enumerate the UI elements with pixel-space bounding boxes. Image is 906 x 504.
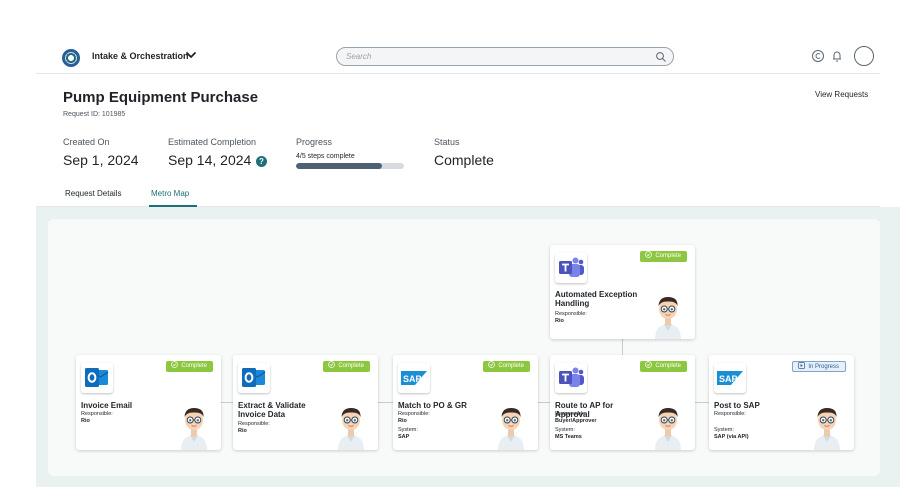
- agent-avatar: [651, 400, 685, 450]
- status-badge-label: In Progress: [808, 364, 839, 370]
- progress-bar: [296, 163, 404, 169]
- chevron-down-icon[interactable]: [184, 48, 198, 62]
- step-meta: Responsible: Rio System: SAP: [398, 411, 430, 440]
- request-id: Request ID: 101985: [63, 111, 126, 118]
- agent-avatar: [494, 400, 528, 450]
- step-card-match-po-gr[interactable]: SAP Complete Match to PO & GR Responsible: R…: [393, 355, 538, 450]
- responsible-label: Responsible:: [81, 411, 113, 417]
- status-badge-label: Complete: [181, 363, 207, 369]
- responsible-label: Responsible:: [714, 411, 746, 417]
- check-circle-icon: [645, 361, 653, 368]
- app-logo-icon[interactable]: [62, 49, 80, 67]
- outlook-icon: [81, 363, 113, 393]
- status-badge: Complete: [640, 251, 687, 262]
- teams-icon: [555, 363, 587, 393]
- agent-avatar: [177, 400, 211, 450]
- step-meta: Responsible: Rio: [238, 421, 270, 434]
- step-card-route-ap-approval[interactable]: Complete Route to AP for Approval Responsi…: [550, 355, 695, 450]
- check-circle-icon: [488, 361, 496, 368]
- copyright-icon[interactable]: [811, 49, 825, 63]
- status-badge: Complete: [640, 361, 687, 372]
- responsible-label: Responsible:: [555, 311, 587, 317]
- view-requests-link[interactable]: View Requests: [815, 90, 868, 99]
- step-meta: Responsible: Rio: [555, 311, 587, 324]
- status-badge: Complete: [483, 361, 530, 372]
- top-bar: Intake & Orchestration Search: [36, 40, 880, 74]
- check-circle-icon: [645, 251, 653, 258]
- step-title: Extract & Validate Invoice Data: [238, 401, 306, 419]
- step-card-exception-handling[interactable]: Complete Automated Exception Handling Resp…: [550, 245, 695, 339]
- responsible-label: Responsible:: [238, 421, 270, 427]
- check-circle-icon: [171, 361, 179, 368]
- responsible-value: Rio: [238, 427, 247, 434]
- sap-icon: SAP: [714, 363, 746, 393]
- status-badge-label: Complete: [655, 363, 681, 369]
- progress-label: Progress: [296, 137, 333, 147]
- step-card-invoice-email[interactable]: Complete Invoice Email Responsible: Rio: [76, 355, 221, 450]
- responsible-value: Rio: [81, 417, 90, 424]
- svg-text:SAP: SAP: [403, 374, 422, 384]
- progress-bar-fill: [296, 163, 383, 169]
- check-circle-icon: [328, 361, 336, 368]
- agent-avatar: [810, 400, 844, 450]
- responsible-value: Rio: [555, 317, 564, 324]
- status-badge-label: Complete: [498, 363, 524, 369]
- search-icon[interactable]: [655, 51, 667, 63]
- status-label: Status: [434, 137, 460, 147]
- step-title: Automated Exception Handling: [555, 290, 638, 308]
- bell-icon[interactable]: [830, 49, 844, 63]
- system-value: SAP (via API): [714, 433, 749, 440]
- step-meta: Responsible: Rio: [81, 411, 113, 424]
- app-title[interactable]: Intake & Orchestration: [92, 51, 189, 61]
- estimated-completion-label: Estimated Completion: [168, 137, 257, 147]
- step-title: Post to SAP: [714, 401, 760, 410]
- play-icon: [798, 362, 806, 369]
- progress-text: 4/5 steps complete: [296, 153, 355, 160]
- system-value: SAP: [398, 433, 410, 440]
- estimated-completion-value: Sep 14, 2024: [168, 152, 252, 168]
- search-placeholder: Search: [346, 52, 372, 61]
- responsible-value: Buyer/Approver: [555, 417, 597, 424]
- status-badge-label: Complete: [655, 253, 681, 259]
- created-on-label: Created On: [63, 137, 110, 147]
- help-icon[interactable]: ?: [256, 156, 267, 167]
- step-meta: Responsible: System: SAP (via API): [714, 411, 749, 440]
- status-badge-label: Complete: [338, 363, 364, 369]
- step-meta: Responsible: Buyer/Approver System: MS Team…: [555, 411, 597, 440]
- tab-metro-map[interactable]: Metro Map: [151, 189, 189, 198]
- tab-request-details[interactable]: Request Details: [65, 189, 121, 198]
- teams-icon: [555, 253, 587, 283]
- step-title: Match to PO & GR: [398, 401, 467, 410]
- svg-text:SAP: SAP: [719, 374, 738, 384]
- agent-avatar: [334, 400, 368, 450]
- outlook-icon: [238, 363, 270, 393]
- status-badge: Complete: [323, 361, 370, 372]
- responsible-label: Responsible:: [398, 411, 430, 417]
- status-badge: In Progress: [792, 361, 846, 372]
- sap-icon: SAP: [398, 363, 430, 393]
- step-card-extract-validate[interactable]: Complete Extract & Validate Invoice Data R…: [233, 355, 378, 450]
- connector-exception: [622, 339, 623, 355]
- step-card-post-to-sap[interactable]: SAP In Progress Post to SAP Responsible: Sys…: [709, 355, 854, 450]
- page-title: Pump Equipment Purchase: [63, 89, 259, 106]
- status-value: Complete: [434, 152, 494, 168]
- user-avatar[interactable]: [854, 46, 874, 66]
- agent-avatar: [651, 289, 685, 339]
- system-value: MS Teams: [555, 433, 582, 440]
- step-title: Invoice Email: [81, 401, 133, 410]
- search-input[interactable]: Search: [336, 47, 674, 66]
- created-on-value: Sep 1, 2024: [63, 152, 139, 168]
- status-badge: Complete: [166, 361, 213, 372]
